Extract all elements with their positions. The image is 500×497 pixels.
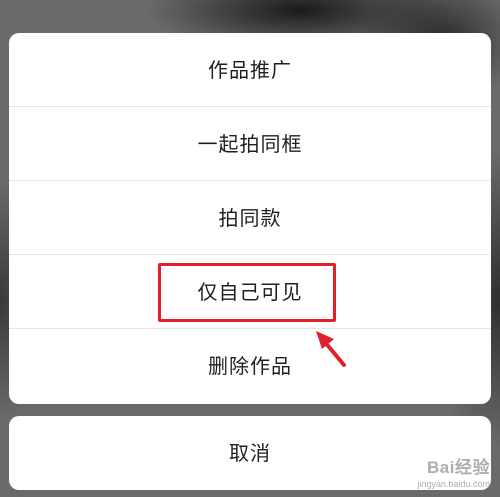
menu-item-same-style[interactable]: 拍同款 bbox=[9, 181, 491, 255]
menu-item-duet[interactable]: 一起拍同框 bbox=[9, 107, 491, 181]
watermark-brand: Bai经验 bbox=[427, 458, 490, 477]
action-sheet: 作品推广 一起拍同框 拍同款 仅自己可见 删除作品 bbox=[9, 33, 491, 404]
highlight-box bbox=[158, 263, 336, 322]
watermark-url: jingyan.baidu.com bbox=[417, 479, 490, 489]
pointer-arrow-icon bbox=[316, 331, 346, 367]
menu-item-delete-work[interactable]: 删除作品 bbox=[9, 329, 491, 403]
watermark: Bai经验 jingyan.baidu.com bbox=[417, 453, 490, 489]
menu-item-promote-work[interactable]: 作品推广 bbox=[9, 33, 491, 107]
